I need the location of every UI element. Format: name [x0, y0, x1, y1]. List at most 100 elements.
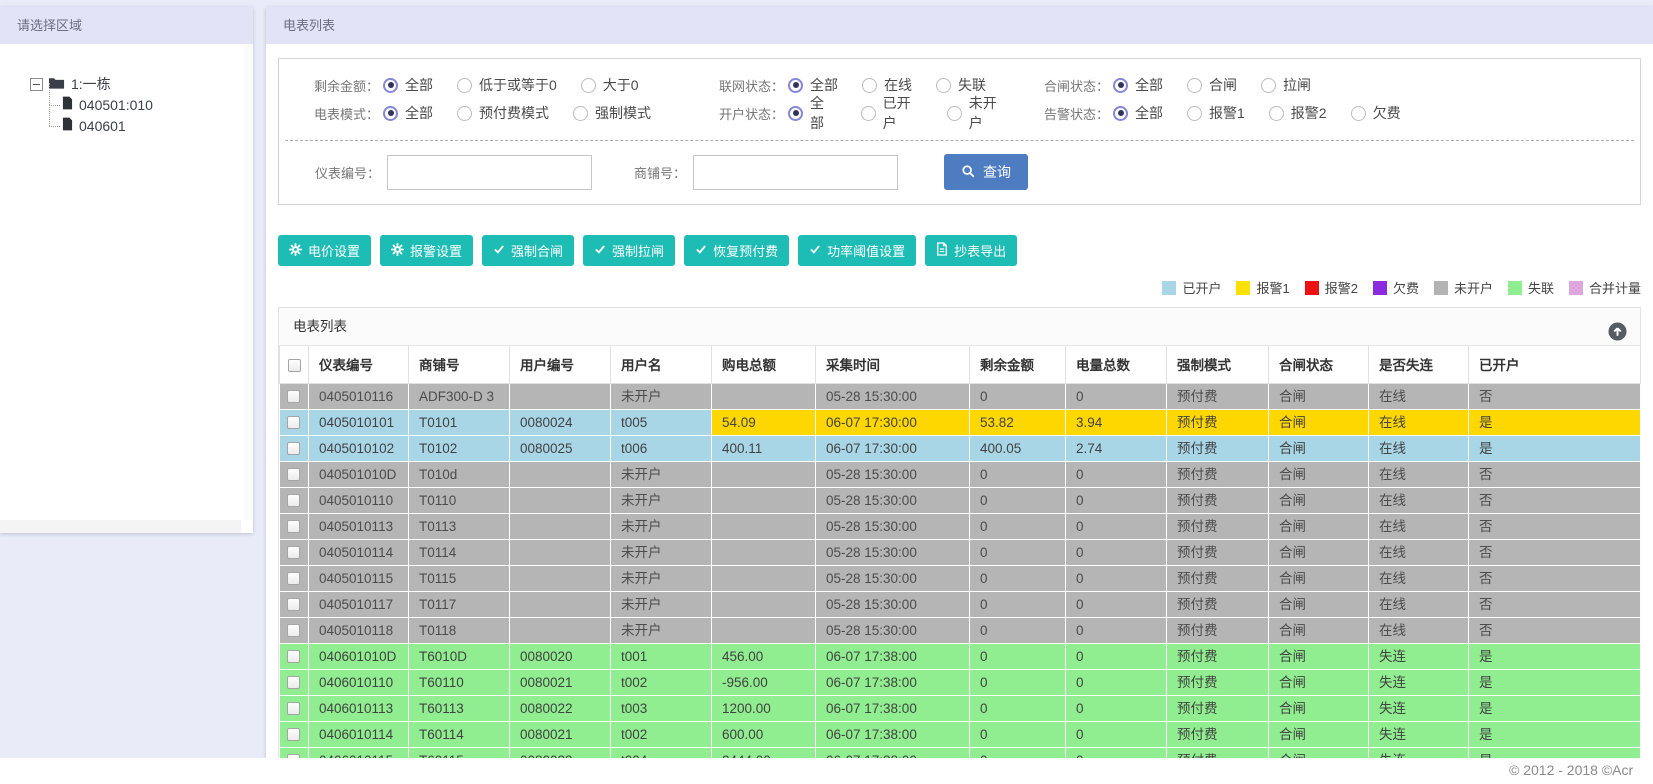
- radio-option[interactable]: 报警1: [1187, 103, 1245, 123]
- radio-icon[interactable]: [936, 77, 951, 93]
- radio-option[interactable]: 低于或等于0: [457, 75, 557, 95]
- tree-node-meter[interactable]: 040501:010: [49, 83, 253, 115]
- radio-icon[interactable]: [457, 105, 472, 121]
- row-checkbox[interactable]: [287, 468, 301, 482]
- tree-node-root[interactable]: 1:一栋: [30, 74, 253, 94]
- radio-option[interactable]: 失联: [936, 75, 986, 95]
- tree-node-meter[interactable]: 040601: [49, 104, 253, 136]
- table-cell: [711, 383, 816, 410]
- shop-number-input[interactable]: [693, 154, 899, 190]
- table-cell: 0080025: [509, 435, 611, 462]
- tree-children: 040501:010 040601: [49, 83, 253, 136]
- radio-option[interactable]: 全部: [788, 75, 838, 95]
- table-cell: 在线: [1368, 513, 1469, 540]
- radio-option[interactable]: 欠费: [1350, 103, 1401, 123]
- row-checkbox[interactable]: [287, 702, 301, 716]
- radio-icon[interactable]: [860, 105, 876, 121]
- row-checkbox[interactable]: [287, 416, 301, 430]
- radio-option[interactable]: 预付费模式: [457, 103, 549, 123]
- row-checkbox[interactable]: [287, 572, 301, 586]
- radio-icon[interactable]: [1113, 105, 1128, 121]
- radio-option-label[interactable]: 全部: [810, 75, 838, 95]
- radio-icon[interactable]: [580, 77, 596, 93]
- row-checkbox[interactable]: [287, 442, 301, 456]
- meter-number-input[interactable]: [387, 154, 593, 190]
- radio-option-label[interactable]: 低于或等于0: [479, 75, 557, 95]
- radio-option[interactable]: 报警2: [1268, 103, 1327, 123]
- row-checkbox[interactable]: [287, 546, 301, 560]
- radio-option[interactable]: 全部: [1113, 103, 1163, 123]
- radio-option-label[interactable]: 全部: [810, 93, 837, 133]
- select-all-checkbox[interactable]: [287, 358, 301, 372]
- radio-icon[interactable]: [788, 105, 803, 121]
- radio-option-label[interactable]: 失联: [958, 75, 986, 95]
- row-checkbox[interactable]: [287, 494, 301, 508]
- radio-option-label[interactable]: 未开户: [969, 93, 1009, 133]
- action-button-强制合闸[interactable]: 强制合闸: [482, 235, 575, 266]
- panel-collapse-arrow-up-icon[interactable]: [1608, 318, 1627, 341]
- row-checkbox[interactable]: [287, 676, 301, 690]
- radio-icon[interactable]: [1268, 105, 1284, 121]
- tree-child-label[interactable]: 040501:010: [79, 97, 153, 113]
- tree-root-label[interactable]: 1:一栋: [71, 74, 111, 94]
- radio-icon[interactable]: [788, 77, 803, 93]
- row-checkbox[interactable]: [287, 598, 301, 612]
- radio-option[interactable]: 全部: [383, 75, 433, 95]
- radio-option[interactable]: 未开户: [946, 93, 1009, 133]
- row-checkbox[interactable]: [287, 728, 301, 742]
- radio-icon[interactable]: [1350, 105, 1366, 121]
- radio-option[interactable]: 强制模式: [573, 103, 651, 123]
- table-cell: 在线: [1368, 591, 1469, 618]
- tree-collapse-icon[interactable]: [30, 77, 43, 91]
- action-button-恢复预付费[interactable]: 恢复预付费: [684, 235, 790, 266]
- radio-icon[interactable]: [383, 105, 398, 121]
- radio-option-label[interactable]: 在线: [884, 75, 912, 95]
- action-button-功率阈值设置[interactable]: 功率阈值设置: [798, 235, 917, 266]
- action-button-报警设置[interactable]: 报警设置: [380, 235, 474, 266]
- query-button[interactable]: 查询: [944, 154, 1029, 190]
- radio-option-label[interactable]: 报警2: [1291, 103, 1327, 123]
- radio-option-label[interactable]: 欠费: [1373, 103, 1401, 123]
- row-checkbox[interactable]: [287, 624, 301, 638]
- radio-icon[interactable]: [946, 105, 962, 121]
- table-cell: 是: [1468, 435, 1641, 462]
- radio-option[interactable]: 合闸: [1187, 75, 1237, 95]
- row-checkbox[interactable]: [287, 520, 301, 534]
- radio-icon[interactable]: [457, 77, 472, 93]
- radio-option[interactable]: 全部: [788, 93, 837, 133]
- action-button-电价设置[interactable]: 电价设置: [278, 235, 372, 266]
- radio-icon[interactable]: [383, 77, 398, 93]
- radio-icon[interactable]: [1261, 77, 1276, 93]
- radio-option-label[interactable]: 拉闸: [1283, 75, 1311, 95]
- action-button-抄表导出[interactable]: 抄表导出: [925, 235, 1018, 266]
- radio-option[interactable]: 全部: [1113, 75, 1163, 95]
- row-checkbox[interactable]: [287, 390, 301, 404]
- radio-option-label[interactable]: 全部: [405, 103, 433, 123]
- radio-option-label[interactable]: 报警1: [1209, 103, 1245, 123]
- column-header: 强制模式: [1166, 346, 1269, 384]
- radio-option-label[interactable]: 预付费模式: [479, 103, 549, 123]
- radio-option[interactable]: 拉闸: [1261, 75, 1311, 95]
- meter-number-label: 仪表编号：: [315, 165, 381, 181]
- radio-option-label[interactable]: 强制模式: [595, 103, 651, 123]
- radio-icon[interactable]: [573, 105, 588, 121]
- radio-icon[interactable]: [1113, 77, 1128, 93]
- row-checkbox[interactable]: [287, 650, 301, 664]
- action-button-强制拉闸[interactable]: 强制拉闸: [583, 235, 676, 266]
- radio-option[interactable]: 大于0: [580, 75, 639, 95]
- radio-option[interactable]: 在线: [862, 75, 912, 95]
- radio-option[interactable]: 已开户: [860, 93, 923, 133]
- radio-option-label[interactable]: 全部: [1135, 103, 1163, 123]
- radio-option[interactable]: 全部: [383, 103, 433, 123]
- radio-option-label[interactable]: 已开户: [883, 93, 923, 133]
- radio-icon[interactable]: [1187, 77, 1202, 93]
- radio-icon[interactable]: [862, 77, 877, 93]
- radio-option-label[interactable]: 全部: [1135, 75, 1163, 95]
- radio-option-label[interactable]: 合闸: [1209, 75, 1237, 95]
- radio-option-label[interactable]: 全部: [405, 75, 433, 95]
- sidebar-vertical-scrollbar[interactable]: [244, 44, 253, 520]
- sidebar-horizontal-scrollbar[interactable]: [0, 520, 241, 533]
- tree-child-label[interactable]: 040601: [79, 118, 126, 134]
- radio-icon[interactable]: [1187, 105, 1202, 121]
- radio-option-label[interactable]: 大于0: [603, 75, 639, 95]
